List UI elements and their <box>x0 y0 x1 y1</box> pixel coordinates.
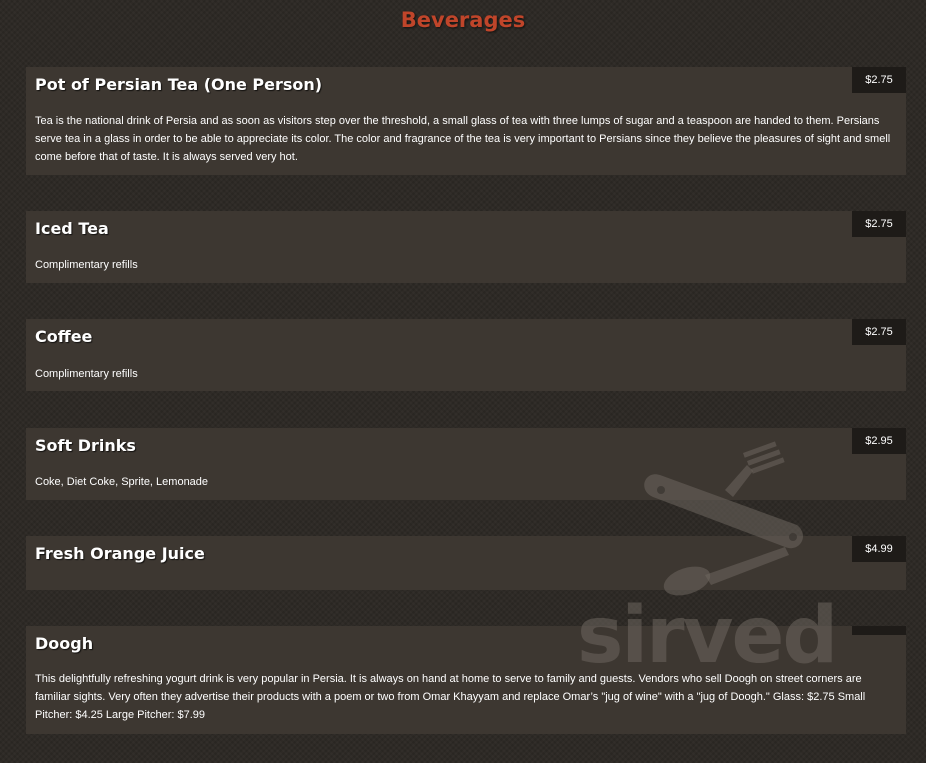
item-description: This delightfully refreshing yogurt drin… <box>35 673 866 721</box>
menu-item-soft-drinks[interactable]: Soft Drinks $2.95 Coke, Diet Coke, Sprit… <box>26 428 906 500</box>
menu-item-iced-tea[interactable]: Iced Tea $2.75 Complimentary refills <box>26 211 906 283</box>
price-tag <box>852 626 906 635</box>
price-tag: $2.75 <box>852 211 906 237</box>
item-description: Complimentary refills <box>35 368 138 380</box>
price-tag: $4.99 <box>852 536 906 562</box>
item-description: Complimentary refills <box>35 259 138 271</box>
item-description: Coke, Diet Coke, Sprite, Lemonade <box>35 476 209 488</box>
menu-item-coffee[interactable]: Coffee $2.75 Complimentary refills <box>26 319 906 391</box>
section-title: Beverages <box>400 8 526 32</box>
price-tag: $2.95 <box>852 428 906 454</box>
item-description: Tea is the national drink of Persia and … <box>35 115 891 163</box>
price-tag: $2.75 <box>852 67 906 93</box>
item-name: Iced Tea <box>35 219 109 238</box>
menu-item-persian-tea[interactable]: Pot of Persian Tea (One Person) $2.75 Te… <box>26 67 906 175</box>
item-name: Coffee <box>35 327 93 346</box>
item-name: Fresh Orange Juice <box>35 544 205 563</box>
item-name: Soft Drinks <box>35 436 136 455</box>
item-name: Pot of Persian Tea (One Person) <box>35 75 323 94</box>
menu-item-orange-juice[interactable]: Fresh Orange Juice $4.99 <box>26 536 906 590</box>
price-tag: $2.75 <box>852 319 906 345</box>
menu-item-doogh[interactable]: Doogh This delightfully refreshing yogur… <box>26 626 906 734</box>
item-name: Doogh <box>35 634 94 653</box>
